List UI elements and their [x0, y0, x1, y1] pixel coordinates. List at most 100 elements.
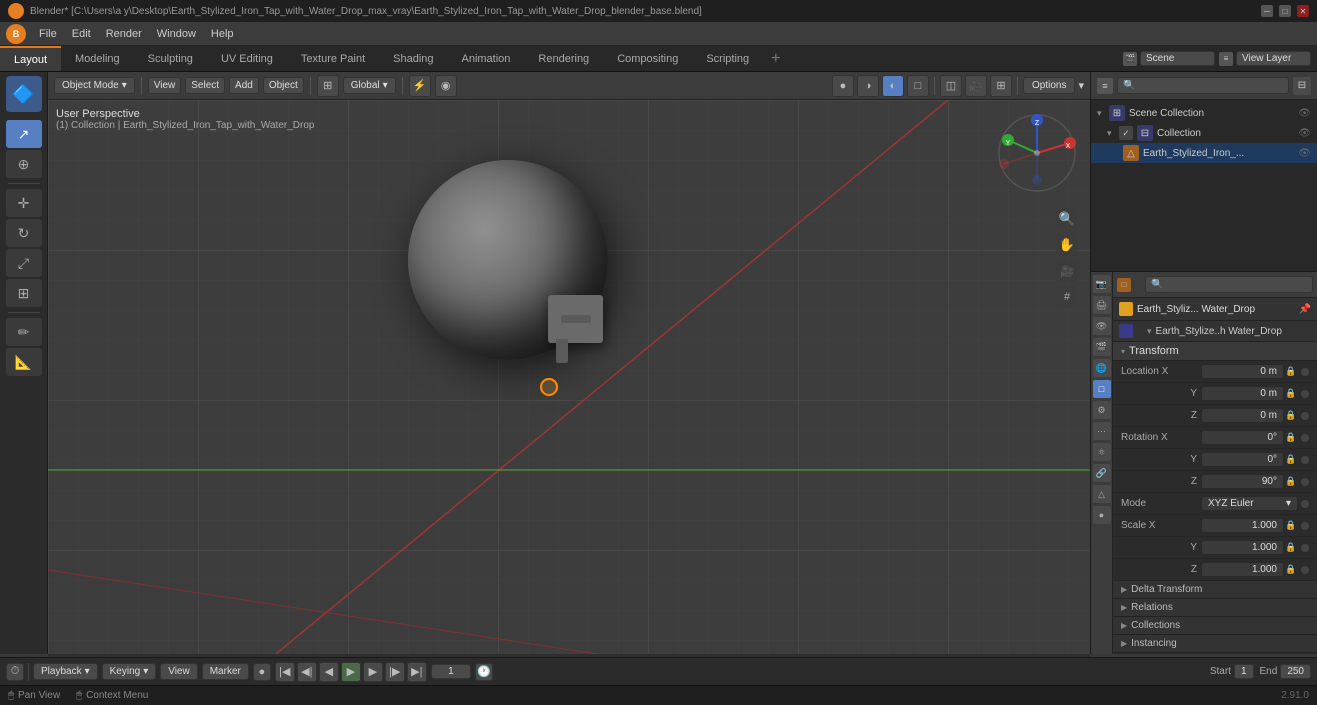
viewport-shading-wireframe[interactable]: □: [907, 75, 929, 97]
location-y-lock[interactable]: 🔒: [1284, 388, 1298, 399]
scale-tool[interactable]: ⤢: [6, 249, 42, 277]
marker-menu[interactable]: Marker: [202, 663, 249, 680]
tab-layout[interactable]: Layout: [0, 46, 61, 71]
scale-z-dot[interactable]: [1301, 566, 1309, 574]
location-z-lock[interactable]: 🔒: [1284, 410, 1298, 421]
jump-start-button[interactable]: |◀: [275, 662, 295, 682]
viewport-numpad-icon[interactable]: #: [1056, 286, 1078, 308]
camera-view[interactable]: 🎥: [965, 75, 987, 97]
keying-menu[interactable]: Keying ▾: [102, 663, 157, 680]
current-frame[interactable]: 1: [431, 664, 471, 679]
outliner-search[interactable]: [1117, 77, 1289, 94]
object-eye[interactable]: 👁: [1298, 148, 1311, 159]
transform-tool[interactable]: ⊞: [6, 279, 42, 307]
props-material-icon[interactable]: ●: [1093, 506, 1111, 524]
rotation-x-dot[interactable]: [1301, 434, 1309, 442]
next-frame-button[interactable]: ▶: [363, 662, 383, 682]
select-menu[interactable]: Select: [185, 77, 225, 94]
rotation-z-lock[interactable]: 🔒: [1284, 476, 1298, 487]
tab-sculpting[interactable]: Sculpting: [134, 46, 207, 71]
viewport-pan-icon[interactable]: ✋: [1056, 234, 1078, 256]
location-z-value[interactable]: 0 m: [1201, 408, 1284, 423]
scale-y-dot[interactable]: [1301, 544, 1309, 552]
pin-button[interactable]: 📌: [1299, 304, 1311, 315]
options-button[interactable]: Options: [1023, 77, 1075, 94]
props-output-icon[interactable]: 🖨: [1093, 296, 1111, 314]
viewport-camera-icon[interactable]: 🎥: [1056, 260, 1078, 282]
scene-collection-eye[interactable]: 👁: [1298, 108, 1311, 119]
rotation-x-lock[interactable]: 🔒: [1284, 432, 1298, 443]
scale-x-dot[interactable]: [1301, 522, 1309, 530]
play-button[interactable]: ▶: [341, 662, 361, 682]
outliner-collection[interactable]: ▾ ✓ ⊟ Collection 👁: [1091, 123, 1317, 143]
scale-z-value[interactable]: 1.000: [1201, 562, 1284, 577]
tab-shading[interactable]: Shading: [379, 46, 447, 71]
transform-section[interactable]: ▾ Transform: [1113, 342, 1317, 361]
jump-end-button[interactable]: ▶|: [407, 662, 427, 682]
maximize-button[interactable]: □: [1279, 5, 1291, 17]
relations-section[interactable]: ▶ Relations: [1113, 599, 1317, 617]
rotation-y-lock[interactable]: 🔒: [1284, 454, 1298, 465]
viewport-shading-rendered[interactable]: ●: [832, 75, 854, 97]
props-particles-icon[interactable]: ⋯: [1093, 422, 1111, 440]
navigation-gizmo[interactable]: X Y Z: [992, 108, 1082, 198]
rotation-z-value[interactable]: 90°: [1201, 474, 1284, 489]
rotate-tool[interactable]: ↻: [6, 219, 42, 247]
tab-modeling[interactable]: Modeling: [61, 46, 134, 71]
delta-transform-section[interactable]: ▶ Delta Transform: [1113, 581, 1317, 599]
scale-y-value[interactable]: 1.000: [1201, 540, 1284, 555]
tab-animation[interactable]: Animation: [448, 46, 525, 71]
end-value[interactable]: 250: [1280, 664, 1311, 679]
snap-toggle[interactable]: ⚡: [409, 75, 431, 97]
collections-section[interactable]: ▶ Collections: [1113, 617, 1317, 635]
menu-edit[interactable]: Edit: [65, 26, 98, 42]
outliner-scene-collection[interactable]: ▾ ⊞ Scene Collection 👁: [1091, 103, 1317, 123]
tab-texturepaint[interactable]: Texture Paint: [287, 46, 379, 71]
tab-rendering[interactable]: Rendering: [524, 46, 603, 71]
add-menu[interactable]: Add: [229, 77, 259, 94]
view-menu-timeline[interactable]: View: [160, 663, 198, 680]
location-z-dot[interactable]: [1301, 412, 1309, 420]
props-render-icon[interactable]: 📷: [1093, 275, 1111, 293]
props-constraints-icon[interactable]: 🔗: [1093, 464, 1111, 482]
transform-orientation-icon[interactable]: ⊞: [317, 75, 339, 97]
props-view-icon[interactable]: 👁: [1093, 317, 1111, 335]
location-x-dot[interactable]: [1301, 368, 1309, 376]
scale-x-lock[interactable]: 🔒: [1284, 520, 1298, 531]
props-modifier-icon[interactable]: ⚙: [1093, 401, 1111, 419]
location-y-dot[interactable]: [1301, 390, 1309, 398]
view-menu[interactable]: View: [148, 77, 182, 94]
scene-input[interactable]: [1140, 51, 1215, 66]
tab-compositing[interactable]: Compositing: [603, 46, 692, 71]
transform-orientation[interactable]: Global ▾: [343, 77, 396, 94]
next-keyframe-button[interactable]: |▶: [385, 662, 405, 682]
tab-uvediting[interactable]: UV Editing: [207, 46, 287, 71]
xray-toggle[interactable]: ◫: [940, 75, 962, 97]
tab-add-button[interactable]: +: [763, 46, 788, 71]
outliner-object[interactable]: △ Earth_Stylized_Iron_... 👁: [1091, 143, 1317, 163]
mode-dot[interactable]: [1301, 500, 1309, 508]
data-expand[interactable]: ▾: [1147, 326, 1152, 337]
cursor-tool[interactable]: ⊕: [6, 150, 42, 178]
prev-keyframe-button[interactable]: ◀|: [297, 662, 317, 682]
proportional-edit[interactable]: ◉: [435, 75, 457, 97]
scale-y-lock[interactable]: 🔒: [1284, 542, 1298, 553]
location-y-value[interactable]: 0 m: [1201, 386, 1284, 401]
move-tool[interactable]: ✛: [6, 189, 42, 217]
minimize-button[interactable]: ─: [1261, 5, 1273, 17]
start-value[interactable]: 1: [1234, 664, 1254, 679]
prev-frame-button[interactable]: ◀: [319, 662, 339, 682]
collection-eye[interactable]: 👁: [1298, 128, 1311, 139]
location-x-value[interactable]: 0 m: [1201, 364, 1284, 379]
menu-file[interactable]: File: [32, 26, 64, 42]
close-button[interactable]: ✕: [1297, 5, 1309, 17]
numpad-view[interactable]: ⊞: [990, 75, 1012, 97]
location-x-lock[interactable]: 🔒: [1284, 366, 1298, 377]
outliner-filter[interactable]: ⊟: [1293, 77, 1311, 95]
scale-x-value[interactable]: 1.000: [1201, 518, 1284, 533]
annotate-tool[interactable]: ✏: [6, 318, 42, 346]
properties-search[interactable]: [1145, 276, 1313, 293]
tab-scripting[interactable]: Scripting: [692, 46, 763, 71]
scale-z-lock[interactable]: 🔒: [1284, 564, 1298, 575]
props-data-icon[interactable]: △: [1093, 485, 1111, 503]
